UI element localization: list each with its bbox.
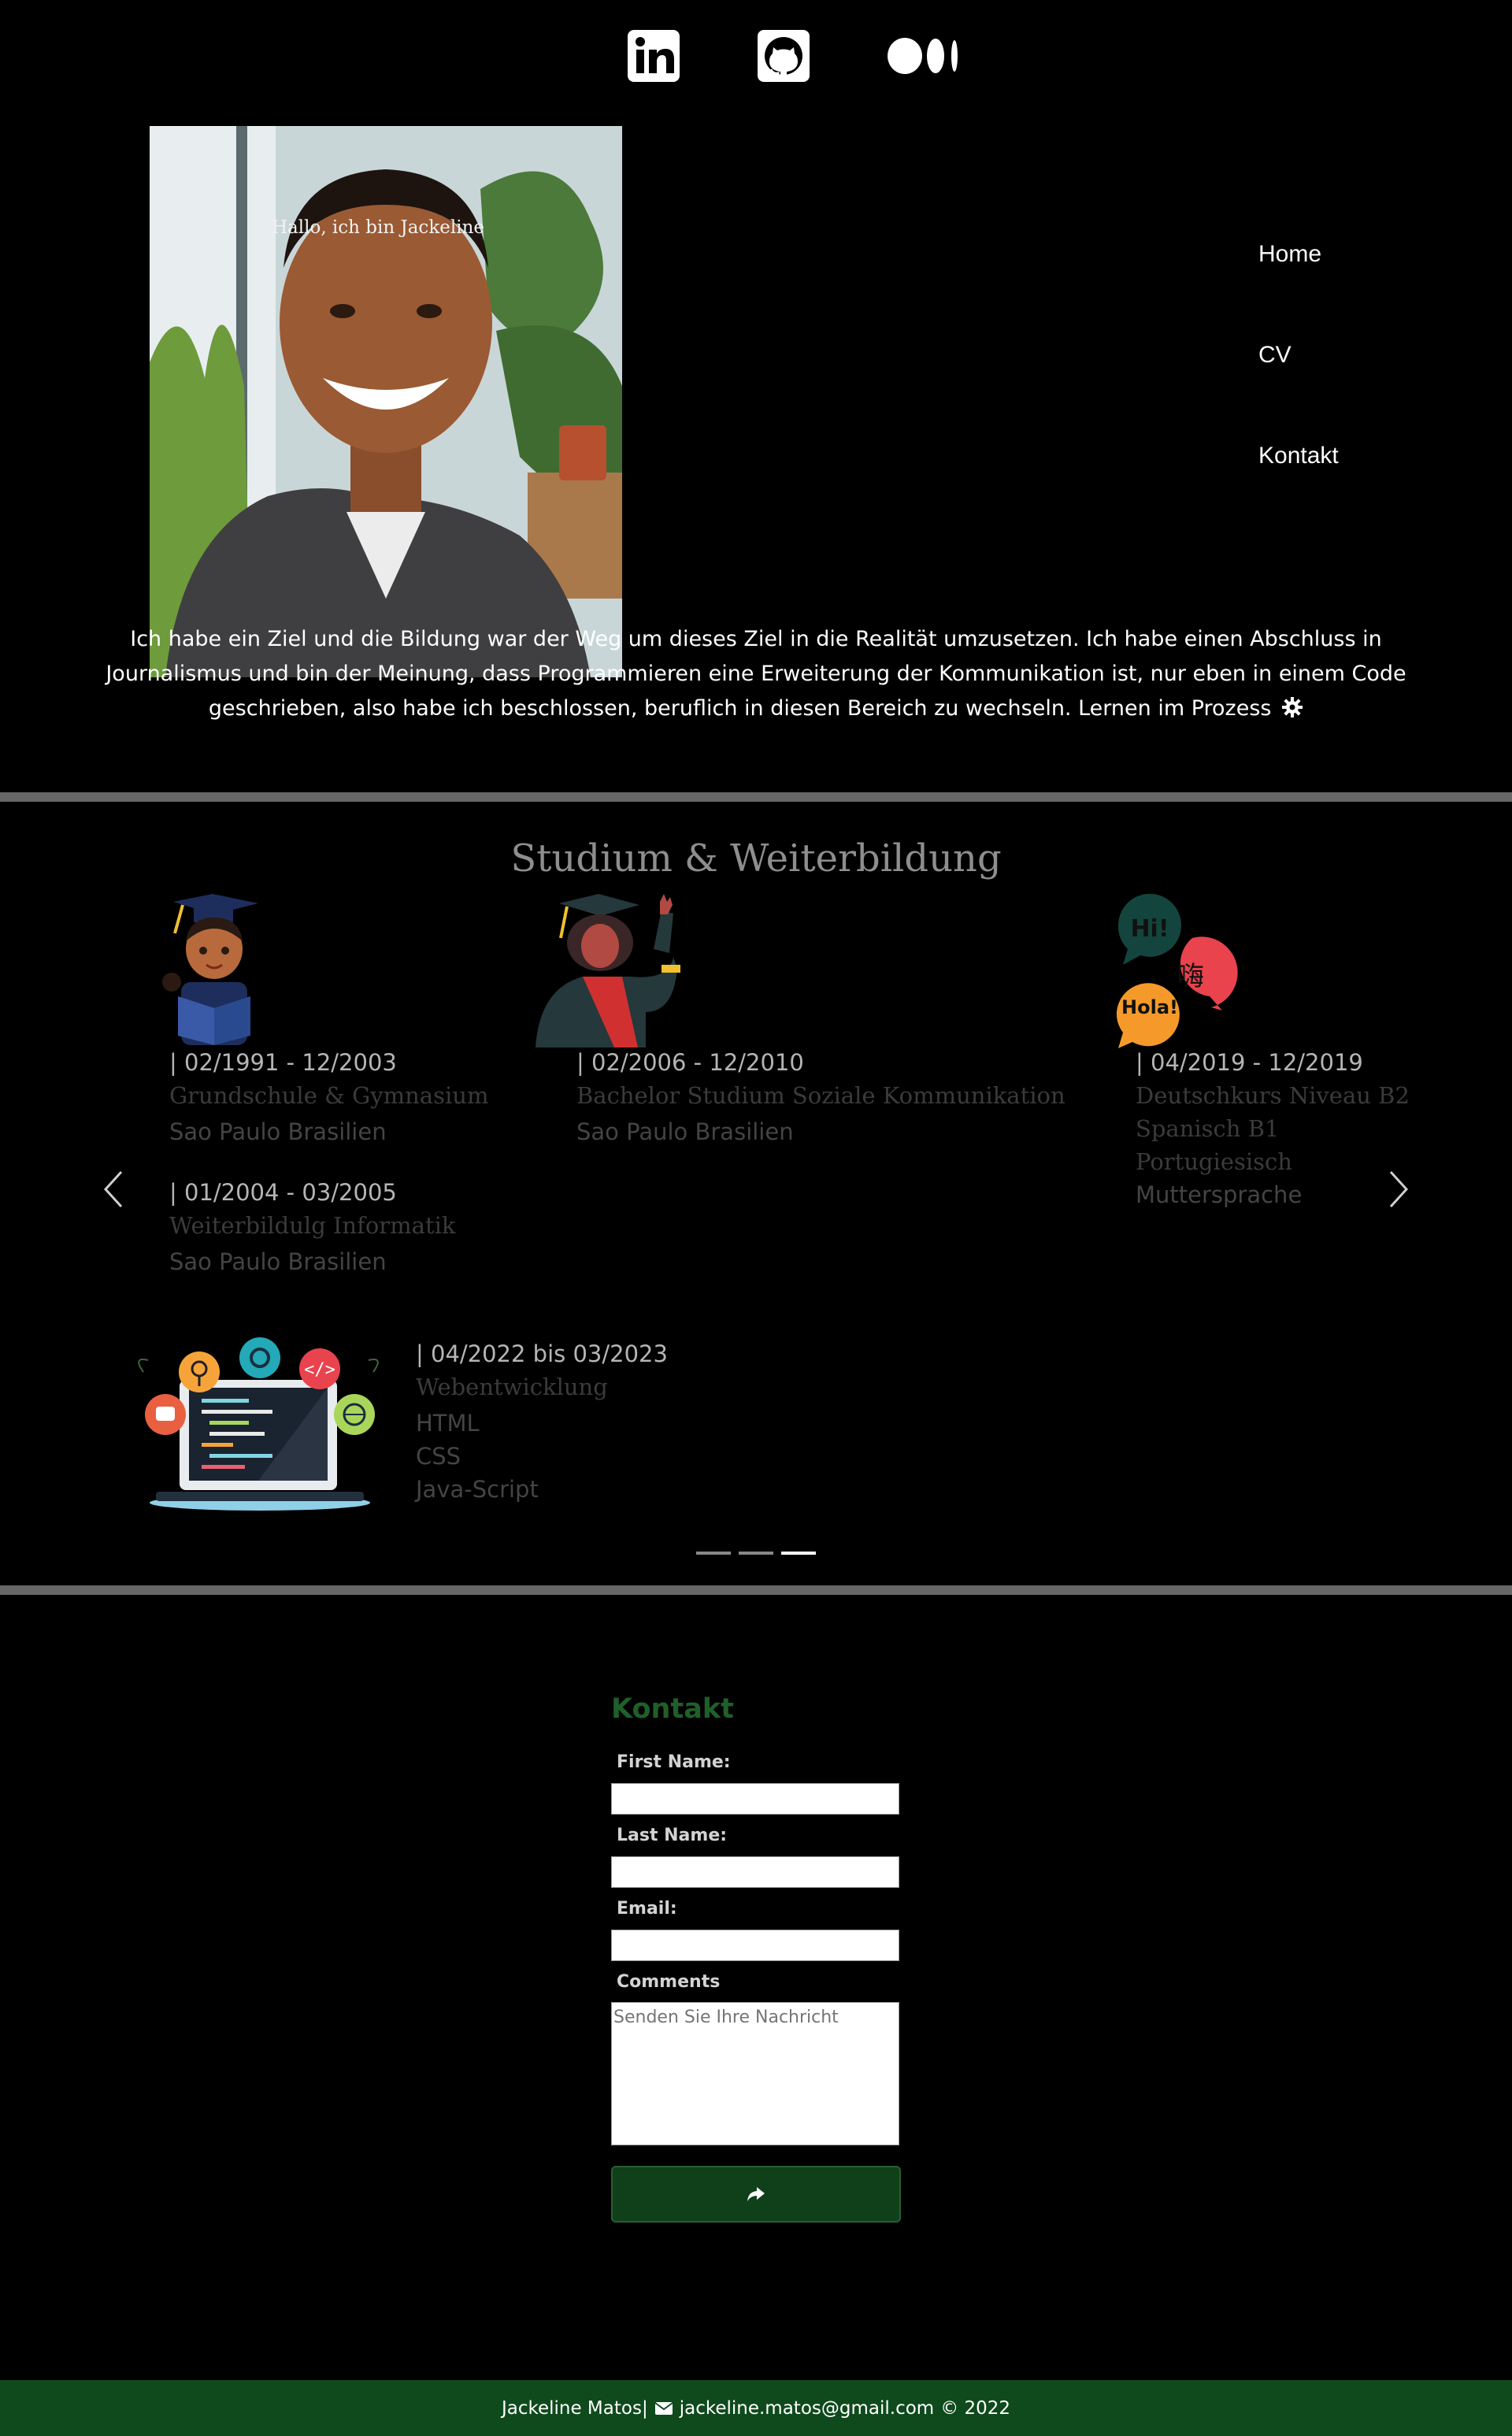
edu-location: Sao Paulo Brasilien [169,1118,387,1145]
edu-line: Muttersprache [1136,1181,1303,1208]
footer: Jackeline Matos| jackeline.matos@gmail.c… [0,2380,1512,2436]
last-name-field[interactable] [611,1856,899,1888]
edu-entry-4: | 04/2019 - 12/2019 Deutschkurs Niveau B… [1136,1049,1410,1208]
edu-location: Sao Paulo Brasilien [169,1248,387,1275]
comments-field[interactable]: Senden Sie Ihre Nachricht [611,2002,899,2145]
carousel-indicator[interactable] [696,1552,731,1555]
bubble-hi: Hi! [1130,915,1169,943]
nav-kontakt[interactable]: Kontakt [1258,443,1339,469]
email-field[interactable] [611,1930,899,1961]
edu-skill: Java-Script [416,1476,539,1503]
section-divider [0,1585,1512,1595]
education-title: Studium & Weiterbildung [510,836,1002,881]
profile-photo [150,126,622,677]
hero-greeting: Hallo, ich bin Jackeline [271,217,484,238]
main-nav: Home CV Kontakt [1258,241,1339,469]
contact-title: Kontakt [611,1693,734,1725]
carousel-indicator-active[interactable] [781,1552,816,1555]
nav-home[interactable]: Home [1258,241,1339,268]
intro-paragraph: Ich habe ein Ziel und die Bildung war de… [106,627,1406,721]
edu-line: Portugiesisch [1136,1148,1292,1175]
bubble-hola: Hola! [1121,996,1178,1018]
share-icon [747,2187,765,2201]
footer-name: Jackeline Matos| [501,2397,648,2419]
edu-title: Webentwicklung [416,1374,608,1400]
edu-entry-1: | 02/1991 - 12/2003 Grundschule & Gymnas… [169,1049,488,1145]
edu-title: Grundschule & Gymnasium [169,1082,489,1109]
comments-label: Comments [617,1972,721,1992]
comments-placeholder: Senden Sie Ihre Nachricht [613,2008,839,2027]
edu-entry-2: | 01/2004 - 03/2005 Weiterbildulg Inform… [169,1179,455,1275]
language-bubbles-illustration: Hi! 嗨 Hola! [1116,893,1238,1048]
edu-title: Deutschkurs Niveau B2 [1136,1082,1410,1109]
submit-button[interactable] [611,2166,901,2223]
first-name-label: First Name: [617,1752,731,1772]
edu-title: Weiterbildulg Informatik [169,1212,456,1239]
student-illustration [162,894,258,1045]
edu-date: | 02/2006 - 12/2010 [576,1049,804,1076]
gear-icon [1282,697,1303,717]
carousel-indicators [696,1552,817,1555]
last-name-label: Last Name: [617,1826,728,1845]
intro-text: Ich habe ein Ziel und die Bildung war de… [79,622,1433,726]
bubble-hai: 嗨 [1177,961,1204,992]
graduate-illustration [536,894,680,1047]
edu-entry-3: | 02/2006 - 12/2010 Bachelor Studium Soz… [576,1049,1065,1145]
edu-title: Bachelor Studium Soziale Kommunikation [576,1082,1065,1109]
footer-email[interactable]: jackeline.matos@gmail.com [680,2398,934,2419]
edu-skill: CSS [416,1443,461,1470]
github-icon[interactable] [756,28,811,83]
first-name-field[interactable] [611,1783,899,1815]
medium-icon[interactable] [886,28,962,83]
edu-line: Spanisch B1 [1136,1115,1280,1142]
edu-date: | 04/2022 bis 03/2023 [416,1340,668,1367]
section-divider [0,792,1512,802]
footer-copyright: © 2022 [940,2397,1011,2419]
carousel-next-icon[interactable] [1383,1166,1414,1213]
edu-date: | 01/2004 - 03/2005 [169,1179,397,1206]
svg-text:</>: </> [304,1360,335,1380]
edu-date: | 02/1991 - 12/2003 [169,1049,397,1076]
webdev-illustration: </> [138,1337,379,1511]
carousel-prev-icon[interactable] [98,1166,129,1213]
edu-entry-5: | 04/2022 bis 03/2023 Webentwicklung HTM… [416,1340,668,1503]
nav-cv[interactable]: CV [1258,342,1339,369]
envelope-icon [654,2401,673,2415]
linkedin-icon[interactable] [626,28,681,83]
carousel-indicator[interactable] [739,1552,773,1555]
edu-skill: HTML [416,1410,480,1437]
edu-date: | 04/2019 - 12/2019 [1136,1049,1363,1076]
email-label: Email: [617,1899,677,1919]
edu-location: Sao Paulo Brasilien [576,1118,794,1145]
